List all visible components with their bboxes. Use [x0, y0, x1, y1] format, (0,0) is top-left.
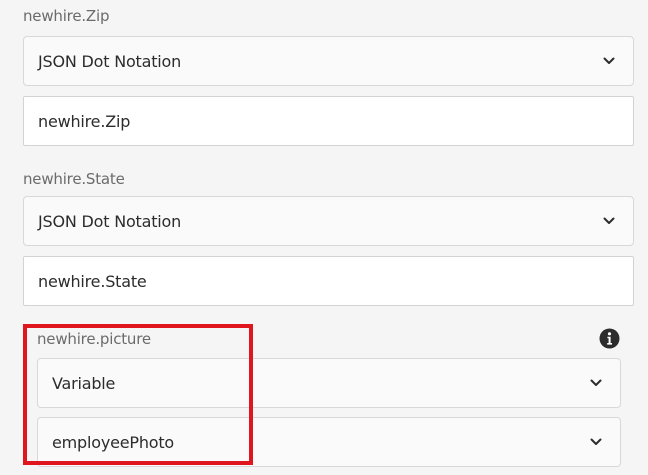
value-input-zip[interactable]: newhire.Zip [23, 96, 634, 146]
field-label-picture: newhire.picture [37, 330, 151, 348]
variable-select-picture[interactable]: employeePhoto [37, 417, 621, 467]
field-label-state: newhire.State [23, 170, 125, 188]
info-icon[interactable] [599, 328, 620, 349]
chevron-down-icon [603, 57, 615, 64]
field-label-zip: newhire.Zip [23, 7, 110, 25]
mapping-type-value-state: JSON Dot Notation [38, 211, 182, 231]
mapping-type-select-picture[interactable]: Variable [37, 358, 621, 408]
mapping-type-value-zip: JSON Dot Notation [38, 51, 182, 71]
chevron-down-icon [590, 438, 602, 445]
chevron-down-icon [590, 379, 602, 386]
mapping-type-select-state[interactable]: JSON Dot Notation [23, 196, 634, 246]
value-input-state[interactable]: newhire.State [23, 256, 634, 306]
variable-value-picture: employeePhoto [52, 432, 175, 452]
chevron-down-icon [603, 217, 615, 224]
mapping-type-select-zip[interactable]: JSON Dot Notation [23, 36, 634, 86]
mapping-type-value-picture: Variable [52, 373, 116, 393]
